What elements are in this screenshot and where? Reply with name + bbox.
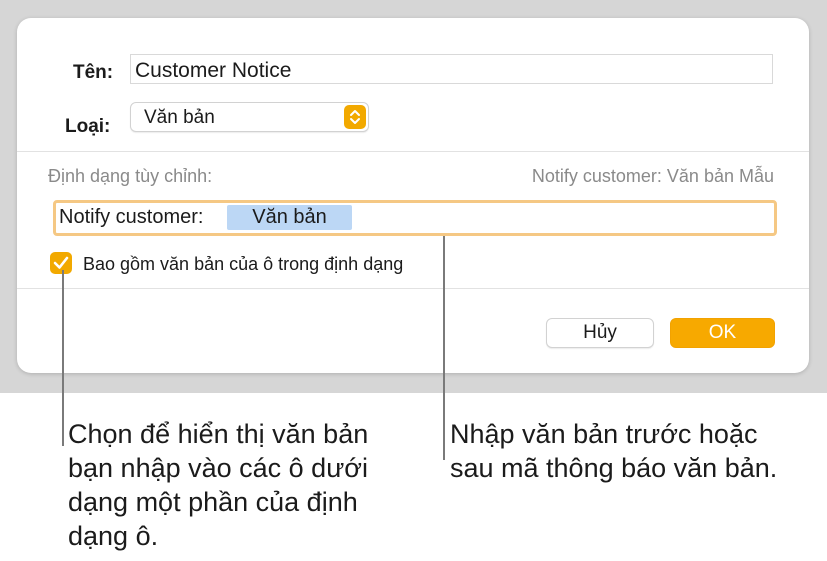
callout-line-right	[443, 236, 445, 460]
name-input[interactable]: Customer Notice	[130, 54, 773, 84]
format-prefix-text[interactable]: Notify customer:	[59, 206, 203, 229]
checkmark-icon	[53, 256, 69, 269]
callout-checkbox-explanation: Chọn để hiển thị văn bản bạn nhập vào cá…	[68, 419, 369, 551]
callout-format-explanation: Nhập văn bản trước hoặc sau mã thông báo…	[450, 419, 778, 483]
type-select[interactable]: Văn bản	[130, 102, 369, 132]
chevron-up-down-icon	[344, 105, 366, 129]
include-text-checkbox[interactable]	[50, 252, 72, 274]
text-token[interactable]: Văn bản	[227, 205, 352, 230]
ok-button[interactable]: OK	[670, 318, 775, 348]
type-select-value: Văn bản	[144, 107, 215, 128]
divider	[17, 151, 809, 152]
custom-format-label: Định dạng tùy chỉnh:	[48, 166, 213, 186]
custom-format-dialog: Tên: Customer Notice Loại: Văn bản Định …	[17, 18, 809, 373]
cancel-button[interactable]: Hủy	[546, 318, 654, 348]
include-text-label[interactable]: Bao gồm văn bản của ô trong định dạng	[83, 254, 403, 275]
type-label: Loại:	[65, 116, 111, 137]
callout-line-left	[62, 270, 64, 446]
format-preview: Notify customer: Văn bản Mẫu	[531, 166, 774, 186]
divider	[17, 288, 809, 289]
name-label: Tên:	[73, 62, 114, 83]
custom-format-field[interactable]: Notify customer: Văn bản	[53, 200, 777, 236]
